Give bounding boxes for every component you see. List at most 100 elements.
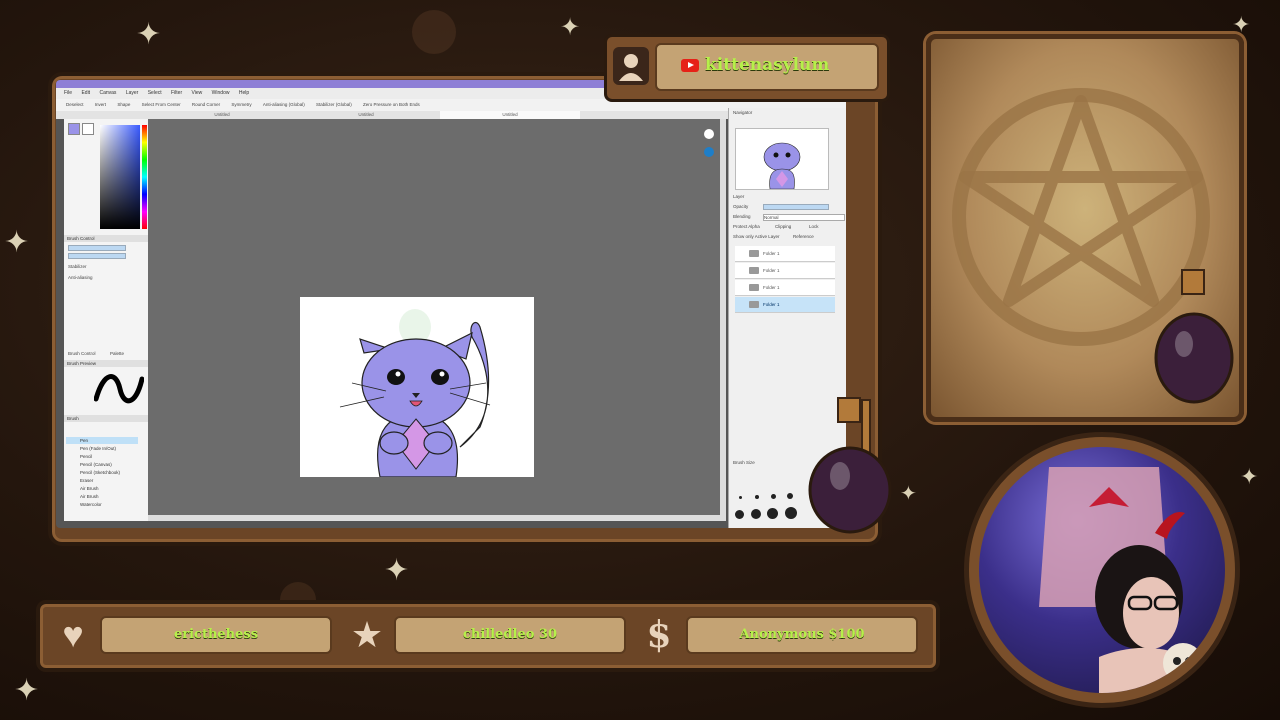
blending-label: Blending — [733, 214, 751, 219]
layer-row[interactable]: Folder 1 — [735, 280, 835, 296]
sparkle-icon: ✦ — [136, 18, 162, 51]
brush-item[interactable]: Pen (Fade In/Out) — [66, 445, 138, 452]
brush-item[interactable]: Watercolor — [66, 501, 138, 508]
brush-item[interactable]: Pencil (Canvas) — [66, 461, 138, 468]
layer-row[interactable]: Folder 1 — [735, 246, 835, 262]
app-assistant-icon[interactable] — [704, 129, 714, 139]
brush-item[interactable]: Pen — [66, 437, 138, 444]
brush-size-slider[interactable] — [68, 245, 126, 251]
brush-size-dot[interactable] — [755, 495, 759, 499]
stabilizer-label: Stabilizer — [68, 264, 87, 269]
menu-filter[interactable]: Filter — [171, 90, 182, 96]
brush-density-slider[interactable] — [68, 253, 126, 259]
opacity-label: Opacity — [733, 204, 749, 209]
navigator-cat-preview — [763, 142, 801, 190]
tab-untitled-1[interactable]: Untitled — [152, 111, 292, 119]
layer-header: Layer — [733, 194, 745, 199]
brush-size-dot[interactable] — [767, 508, 778, 519]
toolbar-anti-aliasing[interactable]: Anti-aliasing (Global) — [263, 102, 305, 107]
brush-item[interactable]: Air Brush — [66, 493, 138, 500]
menu-canvas[interactable]: Canvas — [99, 90, 116, 96]
brush-size-dot[interactable] — [771, 494, 776, 499]
tab-brush-control[interactable]: Brush Control — [68, 351, 96, 356]
youtube-icon — [681, 59, 699, 72]
folder-icon — [749, 284, 759, 291]
channel-name-box: kittenasylum — [655, 43, 879, 91]
sparkle-icon: ✦ — [1232, 12, 1251, 37]
brush-item[interactable]: Air Brush — [66, 485, 138, 492]
lock-checkbox[interactable]: Lock — [809, 224, 819, 229]
sparkle-icon: ✦ — [1240, 464, 1259, 489]
webcam-feed — [979, 447, 1225, 693]
toolbar-invert[interactable]: Invert — [95, 102, 106, 107]
tab-palette[interactable]: Palette — [110, 351, 124, 356]
brush-preview-header: Brush Preview — [64, 360, 148, 367]
latest-follower: ericthehess — [100, 616, 332, 654]
brush-size-dot[interactable] — [751, 509, 761, 519]
toolbar-deselect[interactable]: Deselect — [66, 102, 84, 107]
channel-name-plate: kittenasylum — [604, 34, 890, 102]
potion-bottle-decoration — [808, 397, 892, 534]
menu-layer[interactable]: Layer — [126, 90, 139, 96]
sparkle-icon: ✦ — [384, 554, 410, 587]
folder-icon — [749, 267, 759, 274]
streamer-silhouette — [1039, 467, 1203, 693]
menu-select[interactable]: Select — [148, 90, 162, 96]
menu-view[interactable]: View — [192, 90, 203, 96]
menu-file[interactable]: File — [64, 90, 72, 96]
brush-list-header: Brush — [64, 415, 148, 422]
brush-size-dot[interactable] — [787, 493, 793, 499]
clipping-checkbox[interactable]: Clipping — [775, 224, 791, 229]
artboard[interactable] — [300, 297, 534, 477]
canvas-workspace[interactable] — [148, 119, 726, 521]
drawing-app-screen: File Edit Canvas Layer Select Filter Vie… — [56, 80, 846, 528]
sub-color-swatch[interactable] — [82, 123, 94, 135]
latest-donation: Anonymous $100 — [686, 616, 918, 654]
hue-slider[interactable] — [142, 125, 147, 229]
left-tool-panel: Brush Control Stabilizer Anti-aliasing B… — [64, 119, 149, 521]
brush-item[interactable]: Eraser — [66, 477, 138, 484]
brush-item[interactable]: Pencil (Sketchbook) — [66, 469, 138, 476]
sparkle-icon: ✦ — [14, 674, 40, 707]
sparkle-icon: ✦ — [4, 226, 30, 259]
navigator-header: Navigator — [733, 110, 753, 115]
tab-untitled-3[interactable]: Untitled — [440, 111, 580, 119]
menu-window[interactable]: Window — [212, 90, 230, 96]
pen-indicator-icon[interactable] — [704, 147, 714, 157]
tab-untitled-2[interactable]: Untitled — [296, 111, 436, 119]
toolbar-round-corner[interactable]: Round Corner — [192, 102, 220, 107]
opacity-slider[interactable] — [763, 204, 829, 210]
main-color-swatch[interactable] — [68, 123, 80, 135]
menu-help[interactable]: Help — [239, 90, 249, 96]
navigator-thumbnail[interactable] — [735, 128, 829, 190]
brush-size-dot[interactable] — [785, 507, 797, 519]
menu-edit[interactable]: Edit — [81, 90, 90, 96]
brush-preview-stroke — [94, 374, 144, 404]
protect-alpha-checkbox[interactable]: Protect Alpha — [733, 224, 760, 229]
star-icon: ★ — [350, 614, 384, 655]
reference-checkbox[interactable]: Reference — [793, 234, 814, 239]
brush-size-dot[interactable] — [735, 510, 744, 519]
potion-bottle-decoration — [1154, 269, 1234, 404]
horizontal-scrollbar[interactable] — [148, 515, 722, 521]
toolbar-zero-pressure[interactable]: Zero Pressure on Both Ends — [363, 102, 420, 107]
blending-select[interactable]: Normal — [763, 214, 845, 221]
layer-row-selected[interactable]: Folder 1 — [735, 297, 835, 313]
dollar-icon: $ — [646, 614, 672, 656]
toolbar-select-from-center[interactable]: Select From Center — [142, 102, 181, 107]
toolbar-symmetry[interactable]: Symmetry — [231, 102, 251, 107]
toolbar-stabilizer[interactable]: Stabilizer (Global) — [316, 102, 352, 107]
brush-control-header: Brush Control — [64, 235, 148, 242]
show-only-active-checkbox[interactable]: Show only Active Layer — [733, 234, 780, 239]
channel-name: kittenasylum — [705, 55, 830, 75]
webcam-frame — [964, 432, 1240, 708]
brush-item[interactable]: Pencil — [66, 453, 138, 460]
toolbar-shape[interactable]: Shape — [117, 102, 130, 107]
cat-drawing — [339, 309, 491, 477]
vertical-scrollbar[interactable] — [720, 119, 726, 521]
folder-icon — [749, 301, 759, 308]
layer-row[interactable]: Folder 1 — [735, 263, 835, 279]
heart-icon: ♥ — [62, 614, 84, 655]
color-picker-square[interactable] — [100, 125, 140, 229]
brush-size-dot[interactable] — [739, 496, 742, 499]
